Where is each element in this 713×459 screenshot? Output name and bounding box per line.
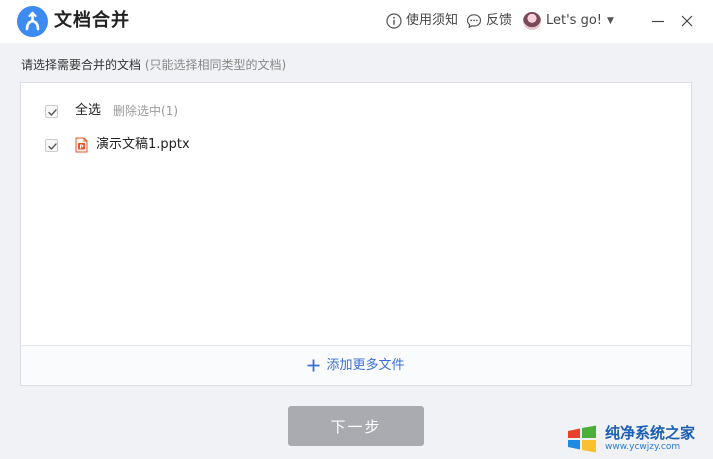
chat-bubble-icon [466,14,482,29]
feedback-button[interactable]: 反馈 [466,12,512,30]
watermark-title: 纯净系统之家 [605,424,696,442]
instruction: 请选择需要合并的文档 (只能选择相同类型的文档) [21,57,286,73]
user-name: Let's go! [546,13,603,28]
next-step-button[interactable]: 下一步 [288,406,424,446]
close-icon[interactable] [678,12,696,30]
plus-icon [307,359,320,372]
windows-logo-icon [568,425,596,452]
user-menu[interactable]: Let's go! ▼ [523,12,614,30]
help-label: 使用须知 [406,13,459,28]
minimize-icon[interactable] [649,12,667,30]
check-icon [48,108,57,116]
app-title: 文档合并 [54,10,130,31]
add-more-files-button[interactable]: 添加更多文件 [307,357,405,374]
svg-text:P: P [79,144,83,150]
title-bar: 文档合并 使用须知 反馈 Let's go! ▼ [0,0,713,43]
caret-down-icon: ▼ [607,16,614,26]
file-list-panel: 全选 删除选中(1) P 演示文稿1.pptx 添加更多文件 [20,82,692,386]
list-item[interactable]: P 演示文稿1.pptx [45,136,190,154]
file-name: 演示文稿1.pptx [96,137,190,152]
feedback-label: 反馈 [486,13,513,28]
info-icon [386,13,402,29]
pptx-file-icon: P [75,137,88,153]
watermark: 纯净系统之家 www.ycwjzy.com [565,418,713,459]
select-all-label[interactable]: 全选 [75,102,101,120]
avatar [523,12,541,30]
panel-footer: 添加更多文件 [21,345,691,385]
add-more-label: 添加更多文件 [326,357,405,373]
watermark-url: www.ycwjzy.com [605,442,681,452]
check-icon [48,142,57,150]
instruction-text: 请选择需要合并的文档 [21,58,142,72]
help-button[interactable]: 使用须知 [386,12,458,30]
select-all-checkbox[interactable] [45,104,58,118]
instruction-note: (只能选择相同类型的文档) [144,58,287,72]
select-all-row: 全选 删除选中(1) [45,102,178,120]
app-logo-icon [17,6,48,37]
delete-selected-button[interactable]: 删除选中(1) [113,102,178,120]
file-checkbox[interactable] [45,138,58,152]
